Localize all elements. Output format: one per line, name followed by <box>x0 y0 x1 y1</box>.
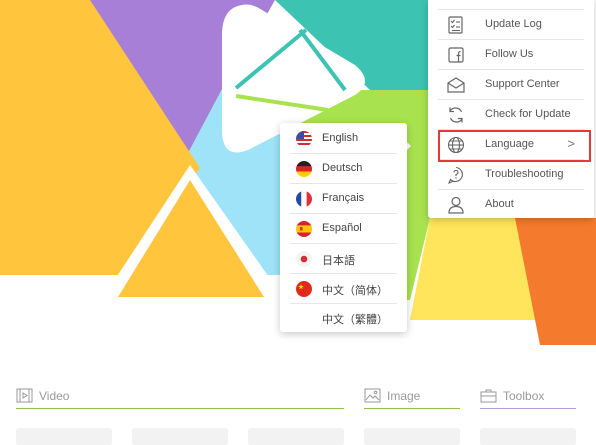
checklist-icon <box>448 16 463 34</box>
tab-underline-image <box>364 408 460 409</box>
menu-item-follow-us[interactable]: Follow Us <box>438 40 584 70</box>
tab-toolbox[interactable]: Toolbox <box>480 387 576 409</box>
language-label-espanol: Español <box>322 222 362 234</box>
menu-label-troubleshooting: Troubleshooting <box>485 168 564 180</box>
tool-card[interactable] <box>480 428 576 445</box>
china-flag-icon <box>296 281 312 297</box>
tool-card[interactable] <box>16 428 112 445</box>
japan-flag-icon <box>296 251 312 267</box>
app-window: Update Log Follow Us Support Center Chec… <box>0 0 596 445</box>
menu-label-follow-us: Follow Us <box>485 48 534 60</box>
toolbox-icon <box>480 389 497 403</box>
envelope-icon <box>447 77 465 93</box>
refresh-icon <box>449 107 463 123</box>
tab-label-image: Image <box>387 389 421 403</box>
menu-item-check-for-update[interactable]: Check for Update <box>438 100 584 130</box>
language-option-japanese[interactable]: 日本語 <box>290 244 397 274</box>
tab-label-video: Video <box>39 389 70 403</box>
tab-underline-video <box>16 408 344 409</box>
user-icon <box>448 196 464 214</box>
film-icon <box>16 388 33 403</box>
language-label-english: English <box>322 132 359 144</box>
tab-label-toolbox: Toolbox <box>503 389 545 403</box>
facebook-icon <box>448 47 464 63</box>
menu-label-check-for-update: Check for Update <box>485 108 571 120</box>
menu-item-about[interactable]: About <box>438 190 584 220</box>
language-label-francais: Français <box>322 192 365 204</box>
tool-card[interactable] <box>132 428 228 445</box>
language-label-deutsch: Deutsch <box>322 162 363 174</box>
spain-flag-icon <box>296 221 312 237</box>
submenu-arrow: > <box>567 136 575 151</box>
language-option-chinese-traditional[interactable]: 中文（繁體） <box>290 303 397 333</box>
menu-item-troubleshooting[interactable]: Troubleshooting <box>438 160 584 190</box>
globe-icon <box>447 136 465 154</box>
language-submenu: English Deutsch Français Español 日本語 中文（… <box>280 123 407 332</box>
language-label-japanese: 日本語 <box>322 255 355 267</box>
germany-flag-icon <box>296 161 312 177</box>
language-option-deutsch[interactable]: Deutsch <box>290 154 397 184</box>
france-flag-icon <box>296 191 312 207</box>
tool-card[interactable] <box>248 428 344 445</box>
menu-label-language: Language <box>485 138 534 150</box>
tab-image[interactable]: Image <box>364 387 460 409</box>
menu-item-language[interactable]: Language > <box>438 130 584 160</box>
image-icon <box>364 388 381 403</box>
tab-underline-toolbox <box>480 408 576 409</box>
menu-item-update-log[interactable]: Update Log <box>438 10 584 40</box>
menu-item-support-center[interactable]: Support Center <box>438 70 584 100</box>
language-option-espanol[interactable]: Español <box>290 214 397 244</box>
menu-label-support-center: Support Center <box>485 78 560 90</box>
language-label-chinese-simplified: 中文（简体） <box>322 285 388 297</box>
language-option-chinese-simplified[interactable]: 中文（简体） <box>290 274 397 304</box>
help-bubble-icon <box>447 166 463 185</box>
main-menu: Update Log Follow Us Support Center Chec… <box>428 0 594 218</box>
menu-label-about: About <box>485 198 514 210</box>
us-flag-icon <box>296 131 312 147</box>
menu-item-top[interactable] <box>438 0 584 10</box>
language-option-francais[interactable]: Français <box>290 184 397 214</box>
menu-label-update-log: Update Log <box>485 18 542 30</box>
language-option-english[interactable]: English <box>290 124 397 154</box>
tab-video[interactable]: Video <box>16 387 344 409</box>
language-label-chinese-traditional: 中文（繁體） <box>322 314 388 326</box>
tool-card[interactable] <box>364 428 460 445</box>
